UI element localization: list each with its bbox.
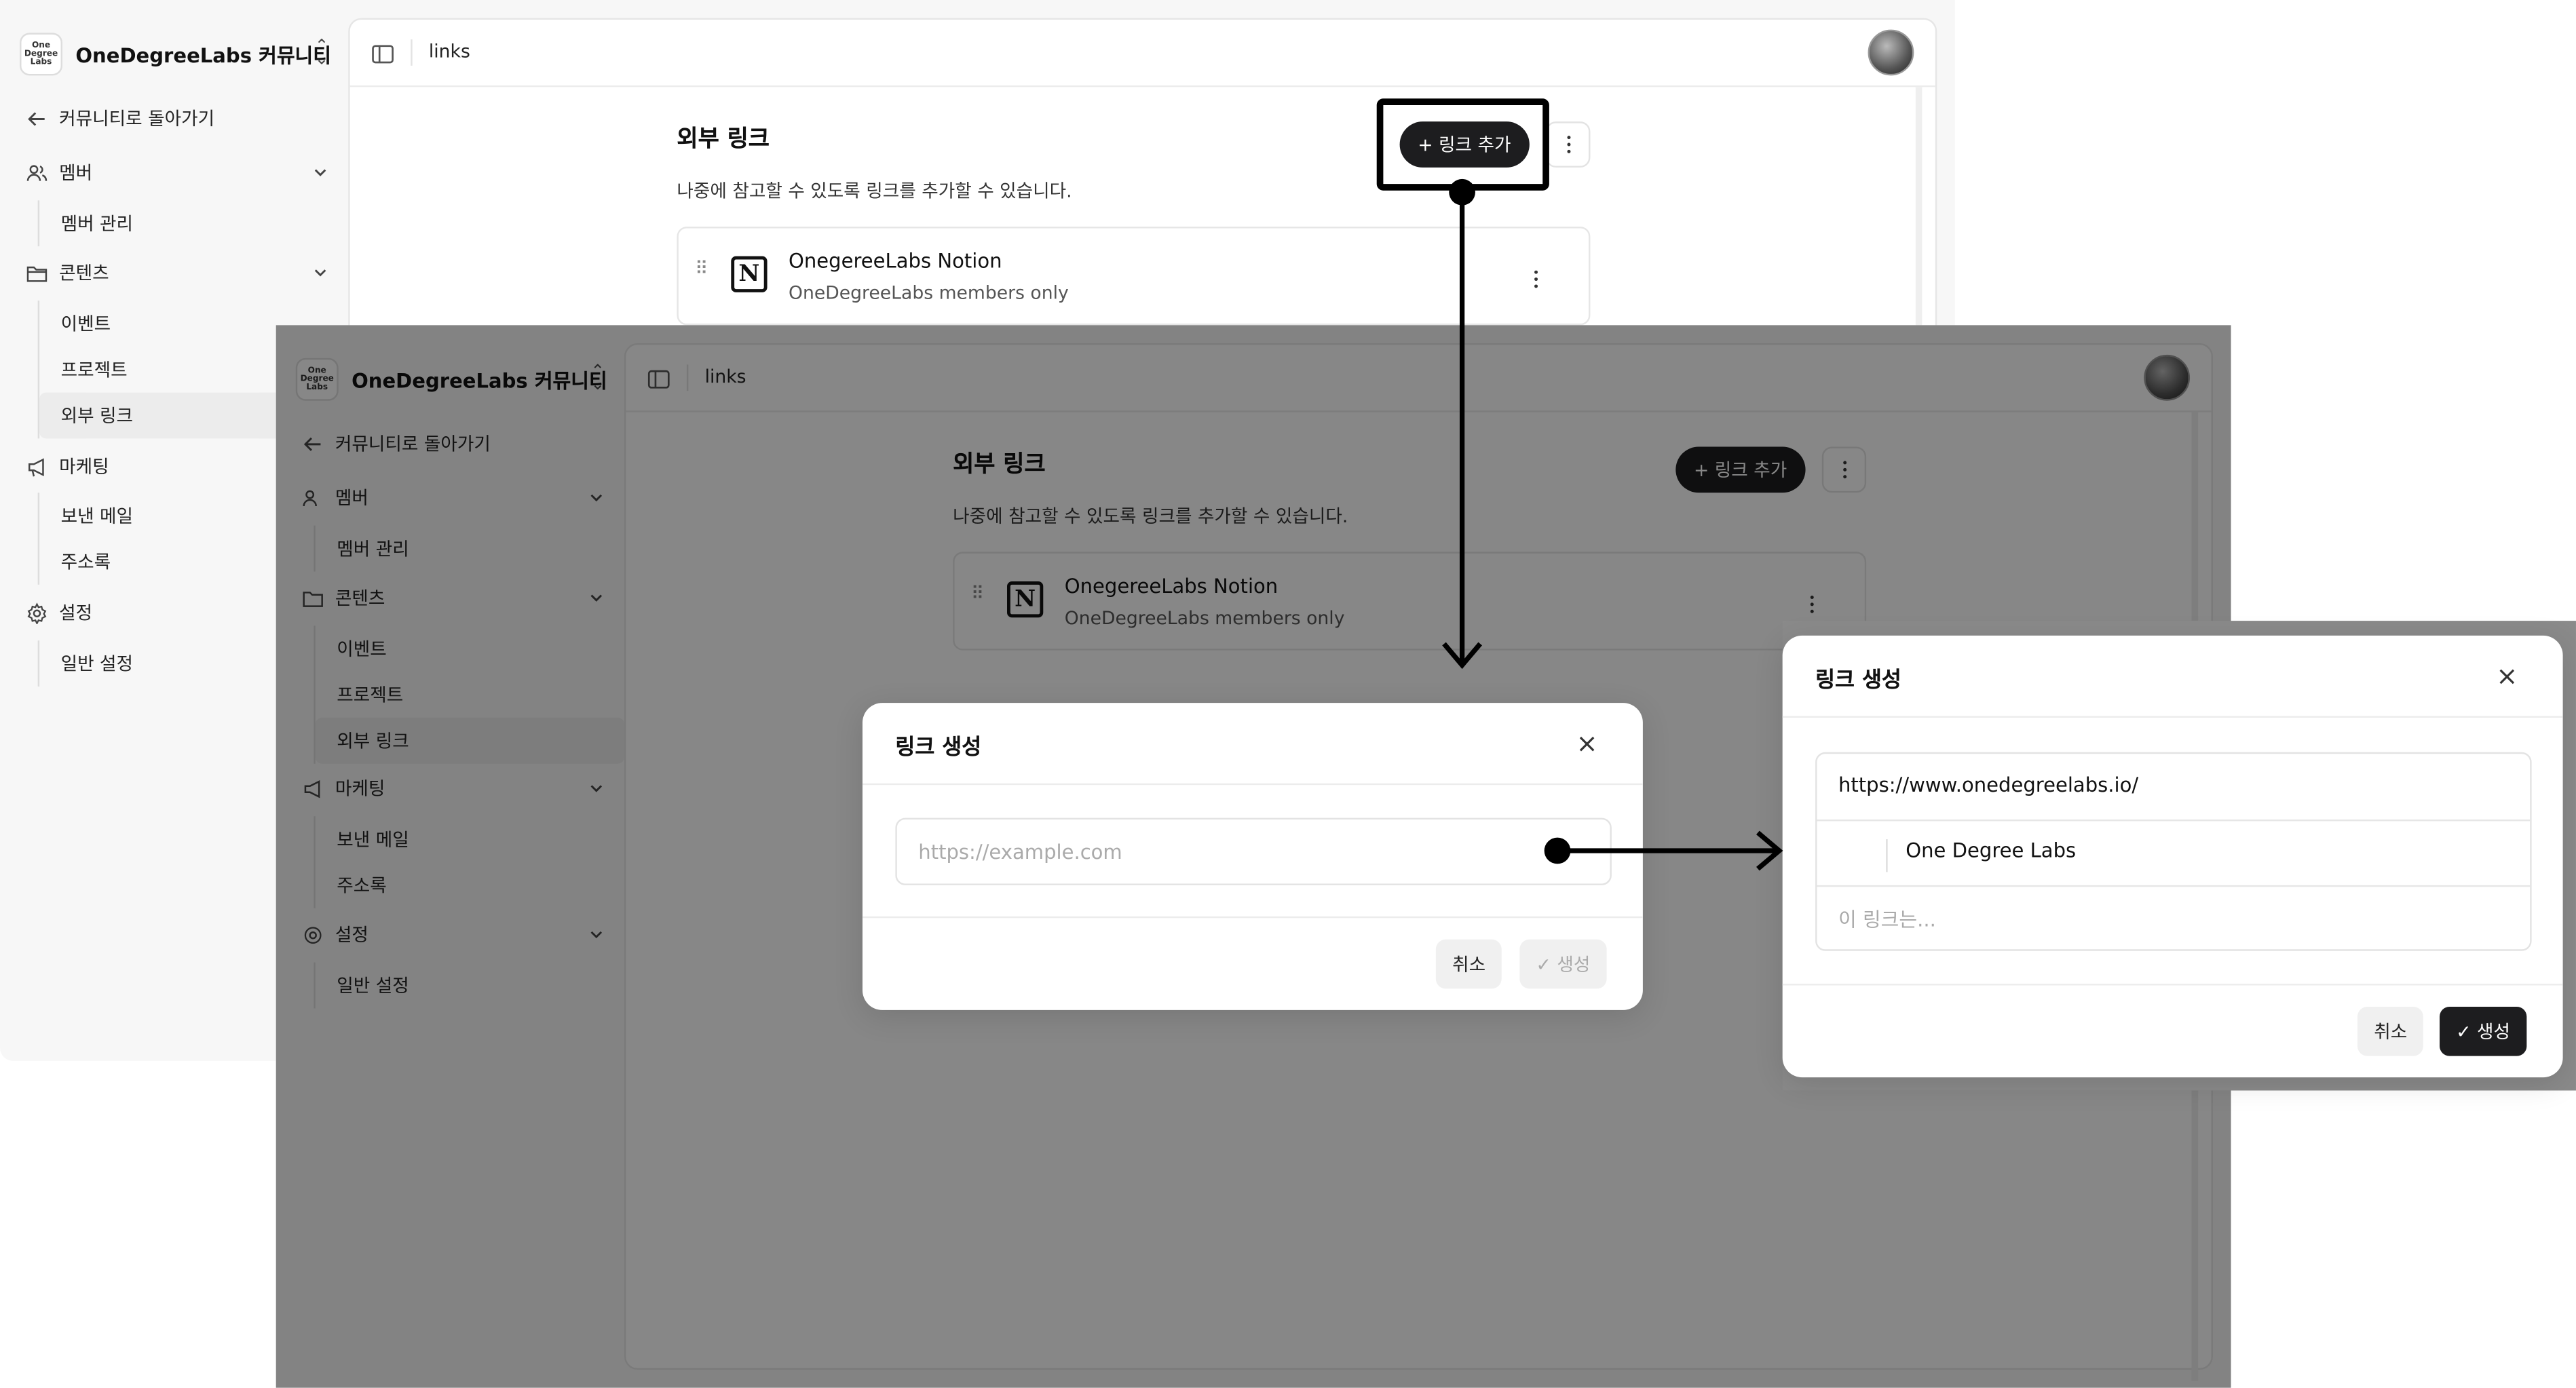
megaphone-icon xyxy=(23,456,50,477)
divider xyxy=(1782,984,2563,986)
list-item[interactable]: ⠿ N OnegereeLabs Notion OneDegreeLabs me… xyxy=(677,227,1591,326)
link-fields-group: https://www.onedegreelabs.io/ One Degree… xyxy=(1815,752,2532,951)
divider xyxy=(411,39,413,66)
create-button[interactable]: ✓ 생성 xyxy=(2440,1007,2527,1056)
create-button[interactable]: ✓ 생성 xyxy=(1519,939,1607,989)
highlight-box xyxy=(1376,98,1549,191)
chevron-up-down-icon: ⌃ ⌄ xyxy=(314,37,329,69)
link-description: OneDegreeLabs members only xyxy=(789,282,1069,304)
divider xyxy=(1817,885,2531,887)
sidebar-toggle-icon[interactable] xyxy=(371,41,394,64)
drag-handle-icon[interactable]: ⠿ xyxy=(695,260,708,278)
close-icon[interactable] xyxy=(2495,663,2518,687)
chevron-down-icon xyxy=(312,164,328,180)
org-logo: One Degree Labs xyxy=(20,33,62,76)
group-label: 마케팅 xyxy=(59,457,109,478)
folder-icon xyxy=(23,262,50,283)
sidebar-group-settings[interactable]: 설정 xyxy=(23,596,92,629)
url-placeholder: https://example.com xyxy=(918,841,1122,864)
create-link-dialog-filled: 링크 생성 https://www.onedegreelabs.io/ One … xyxy=(1782,635,2563,1078)
gear-icon xyxy=(23,602,50,623)
link-description-input[interactable]: 이 링크는... xyxy=(1838,905,1936,933)
close-icon[interactable] xyxy=(1576,731,1599,754)
back-label: 커뮤니티로 돌아가기 xyxy=(59,108,215,130)
topbar: links xyxy=(349,20,1935,88)
dialog-title: 링크 생성 xyxy=(1815,668,1901,693)
page-description: 나중에 참고할 수 있도록 링크를 추가할 수 있습니다. xyxy=(677,180,1072,202)
more-options-button[interactable] xyxy=(1546,121,1591,168)
url-input[interactable]: https://example.com xyxy=(895,817,1612,885)
users-icon xyxy=(23,161,50,182)
avatar[interactable] xyxy=(1868,29,1914,76)
group-label: 멤버 xyxy=(59,162,93,185)
sidebar-group-marketing[interactable]: 마케팅 xyxy=(23,450,109,482)
divider xyxy=(1817,820,2531,822)
sidebar-group-content[interactable]: 콘텐츠 xyxy=(23,256,328,289)
group-label: 설정 xyxy=(59,602,93,624)
kebab-icon[interactable] xyxy=(1533,265,1549,288)
link-name: OnegereeLabs Notion xyxy=(789,249,1002,273)
back-to-community-link[interactable]: 커뮤니티로 돌아가기 xyxy=(23,102,214,134)
cancel-button[interactable]: 취소 xyxy=(1435,939,1502,989)
favicon-placeholder xyxy=(1886,839,1888,872)
breadcrumb: links xyxy=(428,41,470,62)
link-name-input[interactable]: One Degree Labs xyxy=(1906,839,2076,862)
tutorial-composite: One Degree Labs OneDegreeLabs 커뮤니티 ⌃ ⌄ 커뮤니티… xyxy=(0,0,2576,1388)
arrow-left-icon xyxy=(23,108,50,129)
kebab-icon xyxy=(1566,136,1570,153)
dialog-title: 링크 생성 xyxy=(895,735,982,760)
org-switcher[interactable]: One Degree Labs OneDegreeLabs 커뮤니티 ⌃ ⌄ xyxy=(20,31,332,77)
divider xyxy=(1782,716,2563,718)
notion-icon: N xyxy=(731,256,768,292)
sidebar-item-member-management[interactable]: 멤버 관리 xyxy=(39,200,348,246)
create-link-dialog: 링크 생성 https://example.com 취소 ✓ 생성 xyxy=(862,703,1643,1010)
divider xyxy=(862,916,1643,919)
sidebar-group-members[interactable]: 멤버 xyxy=(23,156,328,189)
url-input[interactable]: https://www.onedegreelabs.io/ xyxy=(1838,773,2138,796)
divider xyxy=(862,783,1643,786)
group-label: 콘텐츠 xyxy=(59,263,109,284)
chevron-down-icon xyxy=(312,265,328,281)
members-subnav: 멤버 관리 xyxy=(37,200,349,247)
cancel-button[interactable]: 취소 xyxy=(2357,1007,2424,1056)
org-name: OneDegreeLabs 커뮤니티 xyxy=(75,43,332,67)
